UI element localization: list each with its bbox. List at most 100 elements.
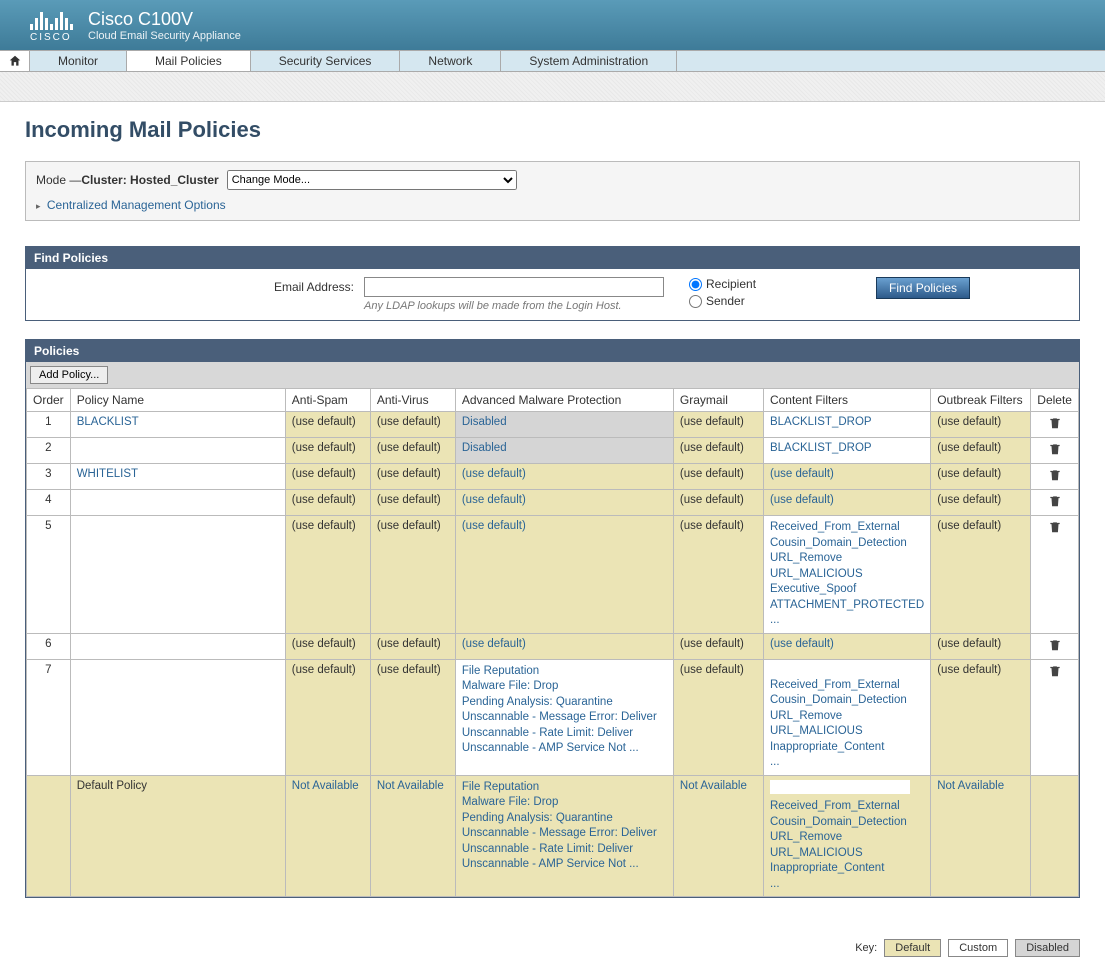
cf-cell[interactable]: (use default) bbox=[763, 464, 930, 490]
amp-cell[interactable]: (use default) bbox=[455, 516, 673, 634]
order-cell: 5 bbox=[27, 516, 71, 634]
brand-text: CISCO bbox=[30, 32, 73, 43]
cf-cell[interactable]: (use default) bbox=[763, 490, 930, 516]
col-advanced-malware-protection: Advanced Malware Protection bbox=[455, 389, 673, 412]
policy-name-cell bbox=[70, 659, 285, 775]
delete-icon[interactable] bbox=[1048, 499, 1062, 511]
policy-name-cell[interactable]: BLACKLIST bbox=[70, 412, 285, 438]
gray-cell: (use default) bbox=[673, 490, 763, 516]
table-row: 2(use default)(use default)Disabled(use … bbox=[27, 438, 1079, 464]
delete-icon[interactable] bbox=[1048, 447, 1062, 459]
cf-cell[interactable]: (use default) bbox=[763, 633, 930, 659]
order-cell: 4 bbox=[27, 490, 71, 516]
tab-security-services[interactable]: Security Services bbox=[251, 51, 401, 71]
gray-cell: (use default) bbox=[673, 412, 763, 438]
tab-system-administration[interactable]: System Administration bbox=[501, 51, 677, 71]
policies-panel-title: Policies bbox=[26, 340, 1079, 362]
av-cell: (use default) bbox=[370, 659, 455, 775]
mode-label: Mode —Cluster: Hosted_Cluster bbox=[36, 173, 219, 187]
as-cell: (use default) bbox=[285, 412, 370, 438]
delete-icon[interactable] bbox=[1048, 525, 1062, 537]
amp-cell[interactable]: (use default) bbox=[455, 633, 673, 659]
find-policies-button[interactable]: Find Policies bbox=[876, 277, 970, 299]
recipient-radio[interactable]: Recipient bbox=[689, 277, 756, 291]
delete-cell[interactable] bbox=[1031, 412, 1079, 438]
breadcrumb-spacer bbox=[0, 72, 1105, 102]
product-subtitle: Cloud Email Security Appliance bbox=[88, 30, 241, 42]
delete-cell[interactable] bbox=[1031, 490, 1079, 516]
as-cell: (use default) bbox=[285, 516, 370, 634]
delete-cell[interactable] bbox=[1031, 464, 1079, 490]
of-cell: (use default) bbox=[931, 633, 1031, 659]
amp-cell[interactable]: (use default) bbox=[455, 490, 673, 516]
col-anti-virus: Anti-Virus bbox=[370, 389, 455, 412]
av-cell: (use default) bbox=[370, 464, 455, 490]
delete-cell[interactable] bbox=[1031, 633, 1079, 659]
delete-icon[interactable] bbox=[1048, 643, 1062, 655]
av-cell[interactable]: Not Available bbox=[370, 775, 455, 897]
amp-cell[interactable]: File ReputationMalware File: DropPending… bbox=[455, 659, 673, 775]
legend-disabled: Disabled bbox=[1015, 939, 1080, 957]
tab-network[interactable]: Network bbox=[400, 51, 501, 71]
cf-cell[interactable]: Received_From_ExternalCousin_Domain_Dete… bbox=[763, 516, 930, 634]
as-cell: (use default) bbox=[285, 633, 370, 659]
home-tab[interactable] bbox=[0, 51, 30, 71]
change-mode-select[interactable]: Change Mode... bbox=[227, 170, 517, 190]
cf-cell[interactable]: Received_From_ExternalCousin_Domain_Dete… bbox=[763, 775, 930, 897]
find-panel-title: Find Policies bbox=[26, 247, 1079, 269]
col-graymail: Graymail bbox=[673, 389, 763, 412]
app-header: CISCO Cisco C100V Cloud Email Security A… bbox=[0, 0, 1105, 50]
sender-radio[interactable]: Sender bbox=[689, 294, 756, 308]
centralized-mgmt-toggle[interactable]: Centralized Management Options bbox=[36, 198, 1069, 212]
amp-cell[interactable]: Disabled bbox=[455, 438, 673, 464]
policy-name-cell bbox=[70, 438, 285, 464]
order-cell: 6 bbox=[27, 633, 71, 659]
main-tabs: MonitorMail PoliciesSecurity ServicesNet… bbox=[0, 50, 1105, 72]
tab-mail-policies[interactable]: Mail Policies bbox=[127, 51, 251, 71]
policy-name-cell[interactable]: WHITELIST bbox=[70, 464, 285, 490]
home-icon bbox=[8, 54, 22, 68]
product-name: Cisco C100V bbox=[88, 9, 241, 30]
gray-cell[interactable]: Not Available bbox=[673, 775, 763, 897]
delete-cell[interactable] bbox=[1031, 438, 1079, 464]
table-row: 7(use default)(use default)File Reputati… bbox=[27, 659, 1079, 775]
col-outbreak-filters: Outbreak Filters bbox=[931, 389, 1031, 412]
delete-icon[interactable] bbox=[1048, 669, 1062, 681]
as-cell: (use default) bbox=[285, 659, 370, 775]
find-policies-panel: Find Policies Email Address: Any LDAP lo… bbox=[25, 246, 1080, 321]
gray-cell: (use default) bbox=[673, 659, 763, 775]
delete-cell[interactable] bbox=[1031, 659, 1079, 775]
av-cell: (use default) bbox=[370, 516, 455, 634]
col-content-filters: Content Filters bbox=[763, 389, 930, 412]
table-row: 5(use default)(use default)(use default)… bbox=[27, 516, 1079, 634]
of-cell: (use default) bbox=[931, 516, 1031, 634]
order-cell bbox=[27, 775, 71, 897]
amp-cell[interactable]: (use default) bbox=[455, 464, 673, 490]
cisco-logo-icon: CISCO bbox=[30, 8, 73, 43]
av-cell: (use default) bbox=[370, 490, 455, 516]
of-cell[interactable]: Not Available bbox=[931, 775, 1031, 897]
cf-cell[interactable]: BLACKLIST_DROP bbox=[763, 412, 930, 438]
cf-cell[interactable]: BLACKLIST_DROP bbox=[763, 438, 930, 464]
gray-cell: (use default) bbox=[673, 516, 763, 634]
delete-icon[interactable] bbox=[1048, 421, 1062, 433]
page-title: Incoming Mail Policies bbox=[25, 117, 1080, 143]
cf-cell[interactable]: Received_From_ExternalCousin_Domain_Dete… bbox=[763, 659, 930, 775]
gray-cell: (use default) bbox=[673, 464, 763, 490]
as-cell: (use default) bbox=[285, 438, 370, 464]
legend-custom: Custom bbox=[948, 939, 1008, 957]
delete-icon[interactable] bbox=[1048, 473, 1062, 485]
tab-monitor[interactable]: Monitor bbox=[30, 51, 127, 71]
policies-panel: Policies Add Policy... OrderPolicy NameA… bbox=[25, 339, 1080, 898]
gray-cell: (use default) bbox=[673, 633, 763, 659]
policy-name-cell bbox=[70, 490, 285, 516]
as-cell[interactable]: Not Available bbox=[285, 775, 370, 897]
delete-cell[interactable] bbox=[1031, 516, 1079, 634]
col-anti-spam: Anti-Spam bbox=[285, 389, 370, 412]
email-address-input[interactable] bbox=[364, 277, 664, 297]
av-cell: (use default) bbox=[370, 633, 455, 659]
of-cell: (use default) bbox=[931, 490, 1031, 516]
amp-cell[interactable]: Disabled bbox=[455, 412, 673, 438]
amp-cell[interactable]: File ReputationMalware File: DropPending… bbox=[455, 775, 673, 897]
add-policy-button[interactable]: Add Policy... bbox=[30, 366, 108, 384]
